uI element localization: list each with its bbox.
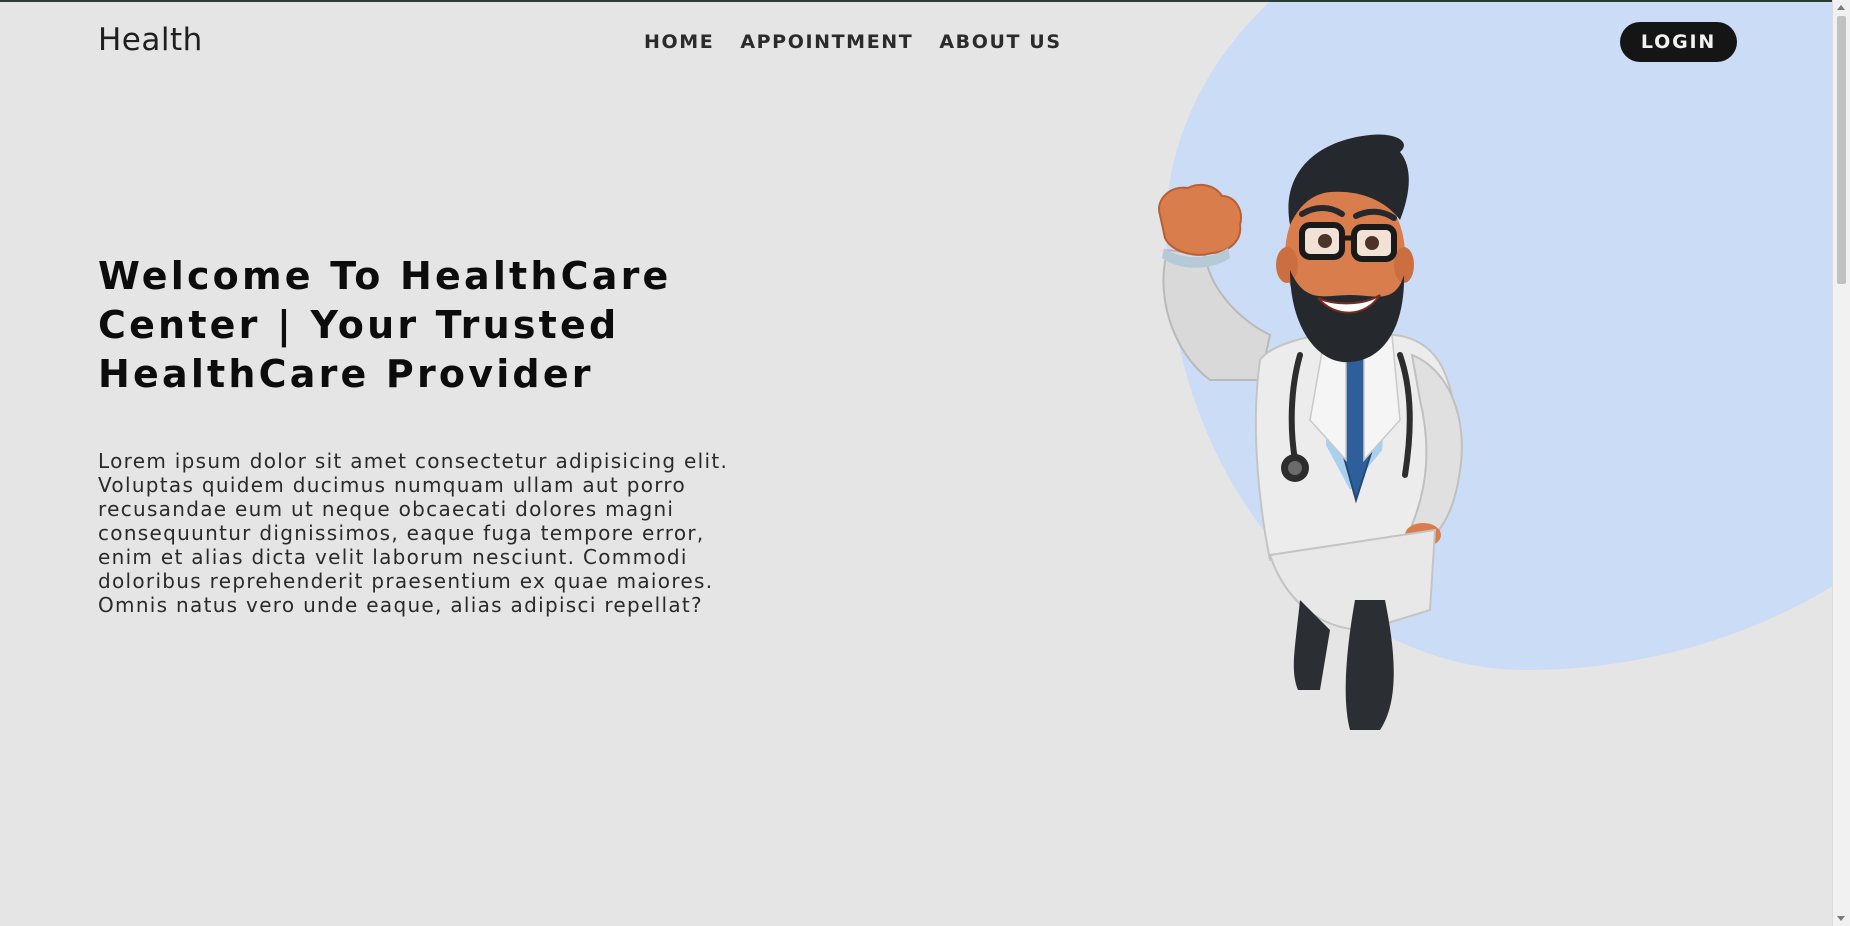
navbar: Health HOME APPOINTMENT ABOUT US LOGIN <box>0 0 1850 85</box>
top-divider <box>0 0 1850 2</box>
doctor-illustration <box>1158 134 1463 730</box>
page: Health HOME APPOINTMENT ABOUT US LOGIN W… <box>0 0 1850 926</box>
scrollbar-thumb[interactable] <box>1837 16 1846 284</box>
nav-item-appointment[interactable]: APPOINTMENT <box>740 31 913 53</box>
nav-links: HOME APPOINTMENT ABOUT US <box>644 31 1062 53</box>
brand-logo[interactable]: Health <box>98 22 203 58</box>
hero-title: Welcome To HealthCare Center | Your Trus… <box>98 254 672 396</box>
nav-item-home[interactable]: HOME <box>644 31 714 53</box>
login-button[interactable]: LOGIN <box>1620 22 1737 62</box>
vertical-scrollbar[interactable] <box>1832 0 1850 926</box>
nav-item-about-us[interactable]: ABOUT US <box>939 31 1061 53</box>
hero-description: Lorem ipsum dolor sit amet consectetur a… <box>98 449 729 617</box>
chevron-down-icon[interactable] <box>1837 916 1845 921</box>
chevron-up-icon[interactable] <box>1837 5 1845 10</box>
